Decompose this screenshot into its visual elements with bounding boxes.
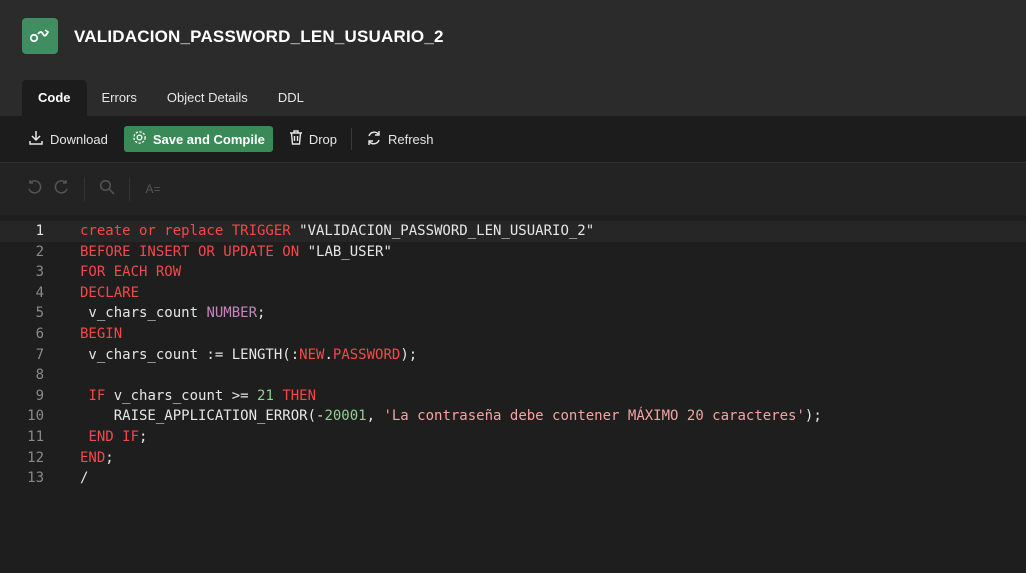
line-text: BEFORE INSERT OR UPDATE ON "LAB_USER" xyxy=(80,242,392,263)
code-token: "LAB_USER" xyxy=(299,243,392,260)
code-line[interactable]: 1 create or replace TRIGGER "VALIDACION_P… xyxy=(0,221,1026,242)
save-and-compile-button[interactable]: Save and Compile xyxy=(123,126,273,152)
line-text: END; xyxy=(80,448,114,469)
code-token: ; xyxy=(257,305,266,322)
line-number: 12 xyxy=(27,449,44,466)
line-number: 2 xyxy=(35,243,44,260)
refresh-label: Refresh xyxy=(388,131,434,147)
code-line[interactable]: 5 v_chars_count NUMBER; xyxy=(0,303,1026,324)
search-icon[interactable] xyxy=(93,179,121,200)
tab-object-details[interactable]: Object Details xyxy=(152,80,263,116)
code-token: , xyxy=(366,408,384,425)
refresh-icon xyxy=(366,130,382,149)
code-token: ; xyxy=(105,449,114,466)
code-token: RAISE_APPLICATION_ERROR(- xyxy=(80,408,325,425)
code-token: END IF xyxy=(88,428,140,445)
editor-toolbar-divider xyxy=(129,177,130,201)
code-token: . xyxy=(324,346,333,363)
code-token: DECLARE xyxy=(80,284,140,301)
line-text: DECLARE xyxy=(80,283,139,304)
line-number: 5 xyxy=(35,305,44,322)
code-token: IF xyxy=(88,387,106,404)
line-text: v_chars_count := LENGTH(:NEW.PASSWORD); xyxy=(80,345,417,366)
format-code-button[interactable]: A= xyxy=(138,182,168,196)
code-line[interactable]: 6 BEGIN xyxy=(0,324,1026,345)
tab-code[interactable]: Code xyxy=(22,80,87,116)
code-token: v_chars_count xyxy=(80,305,207,322)
drop-button[interactable]: Drop xyxy=(281,126,345,152)
code-token: THEN xyxy=(282,387,317,404)
code-token: create or replace TRIGGER xyxy=(80,223,291,239)
line-number: 4 xyxy=(35,284,44,301)
line-number: 10 xyxy=(27,408,44,425)
gear-icon xyxy=(132,130,147,148)
code-line[interactable]: 9 IF v_chars_count >= 21 THEN xyxy=(0,386,1026,407)
save-and-compile-label: Save and Compile xyxy=(152,131,265,147)
line-number: 11 xyxy=(27,428,44,445)
line-number: 3 xyxy=(35,264,44,281)
download-button[interactable]: Download xyxy=(20,126,116,152)
action-toolbar: Download Save and Compile Drop Refresh xyxy=(0,116,1026,163)
tab-ddl[interactable]: DDL xyxy=(263,80,319,116)
code-line[interactable]: 2 BEFORE INSERT OR UPDATE ON "LAB_USER" xyxy=(0,242,1026,263)
line-text: END IF; xyxy=(80,427,147,448)
tab-bar: Code Errors Object Details DDL xyxy=(0,76,1026,116)
refresh-button[interactable]: Refresh xyxy=(358,126,442,152)
line-number: 8 xyxy=(35,367,44,384)
download-icon xyxy=(28,130,44,149)
editor-toolbar: A= xyxy=(0,163,1026,215)
code-token: 'La contraseña debe contener MÁXIMO 20 c… xyxy=(383,408,805,425)
code-editor[interactable]: 1 create or replace TRIGGER "VALIDACION_P… xyxy=(0,215,1026,489)
code-token: ); xyxy=(804,408,822,425)
code-token: BEGIN xyxy=(80,325,123,342)
line-text: / xyxy=(80,468,88,489)
code-token: NUMBER xyxy=(206,305,258,322)
code-line[interactable]: 8 xyxy=(0,365,1026,386)
line-number: 7 xyxy=(35,346,44,363)
redo-icon[interactable] xyxy=(48,179,76,200)
line-text: FOR EACH ROW xyxy=(80,262,181,283)
undo-icon[interactable] xyxy=(20,179,48,200)
code-token: 20001 xyxy=(324,408,367,425)
line-text: create or replace TRIGGER "VALIDACION_PA… xyxy=(80,221,594,242)
trigger-icon xyxy=(22,18,58,54)
code-line[interactable]: 10 RAISE_APPLICATION_ERROR(-20001, 'La c… xyxy=(0,406,1026,427)
code-token: NEW xyxy=(299,346,325,363)
code-token: ); xyxy=(400,346,418,363)
line-number: 13 xyxy=(27,470,44,487)
code-line[interactable]: 13 / xyxy=(0,468,1026,489)
code-token: v_chars_count >= xyxy=(105,387,258,404)
code-line[interactable]: 4 DECLARE xyxy=(0,283,1026,304)
trash-icon xyxy=(289,130,303,148)
download-label: Download xyxy=(50,131,108,147)
code-token: FOR EACH ROW xyxy=(80,264,182,281)
code-token: ; xyxy=(139,428,148,445)
line-number: 9 xyxy=(35,387,44,404)
code-token: / xyxy=(80,470,89,487)
code-token: 21 xyxy=(257,387,274,404)
code-line[interactable]: 3 FOR EACH ROW xyxy=(0,262,1026,283)
line-text: RAISE_APPLICATION_ERROR(-20001, 'La cont… xyxy=(80,406,822,427)
code-token: END xyxy=(80,449,106,466)
toolbar-divider xyxy=(351,128,352,150)
editor-toolbar-divider xyxy=(84,177,85,201)
code-line[interactable]: 7 v_chars_count := LENGTH(:NEW.PASSWORD)… xyxy=(0,345,1026,366)
drop-label: Drop xyxy=(308,131,337,147)
line-text: BEGIN xyxy=(80,324,122,345)
code-token: "VALIDACION_PASSWORD_LEN_USUARIO_2" xyxy=(290,223,595,239)
tab-errors[interactable]: Errors xyxy=(87,80,152,116)
line-text: IF v_chars_count >= 21 THEN xyxy=(80,386,316,407)
line-number: 6 xyxy=(35,325,44,342)
object-header: VALIDACION_PASSWORD_LEN_USUARIO_2 xyxy=(0,0,1026,76)
page-title: VALIDACION_PASSWORD_LEN_USUARIO_2 xyxy=(74,27,444,46)
code-token: v_chars_count := LENGTH(: xyxy=(80,346,300,363)
code-token: PASSWORD xyxy=(332,346,401,363)
code-line[interactable]: 11 END IF; xyxy=(0,427,1026,448)
line-text: v_chars_count NUMBER; xyxy=(80,303,265,324)
code-line[interactable]: 12 END; xyxy=(0,448,1026,469)
code-token: BEFORE INSERT OR UPDATE ON xyxy=(80,243,300,260)
line-number: 1 xyxy=(35,223,44,239)
